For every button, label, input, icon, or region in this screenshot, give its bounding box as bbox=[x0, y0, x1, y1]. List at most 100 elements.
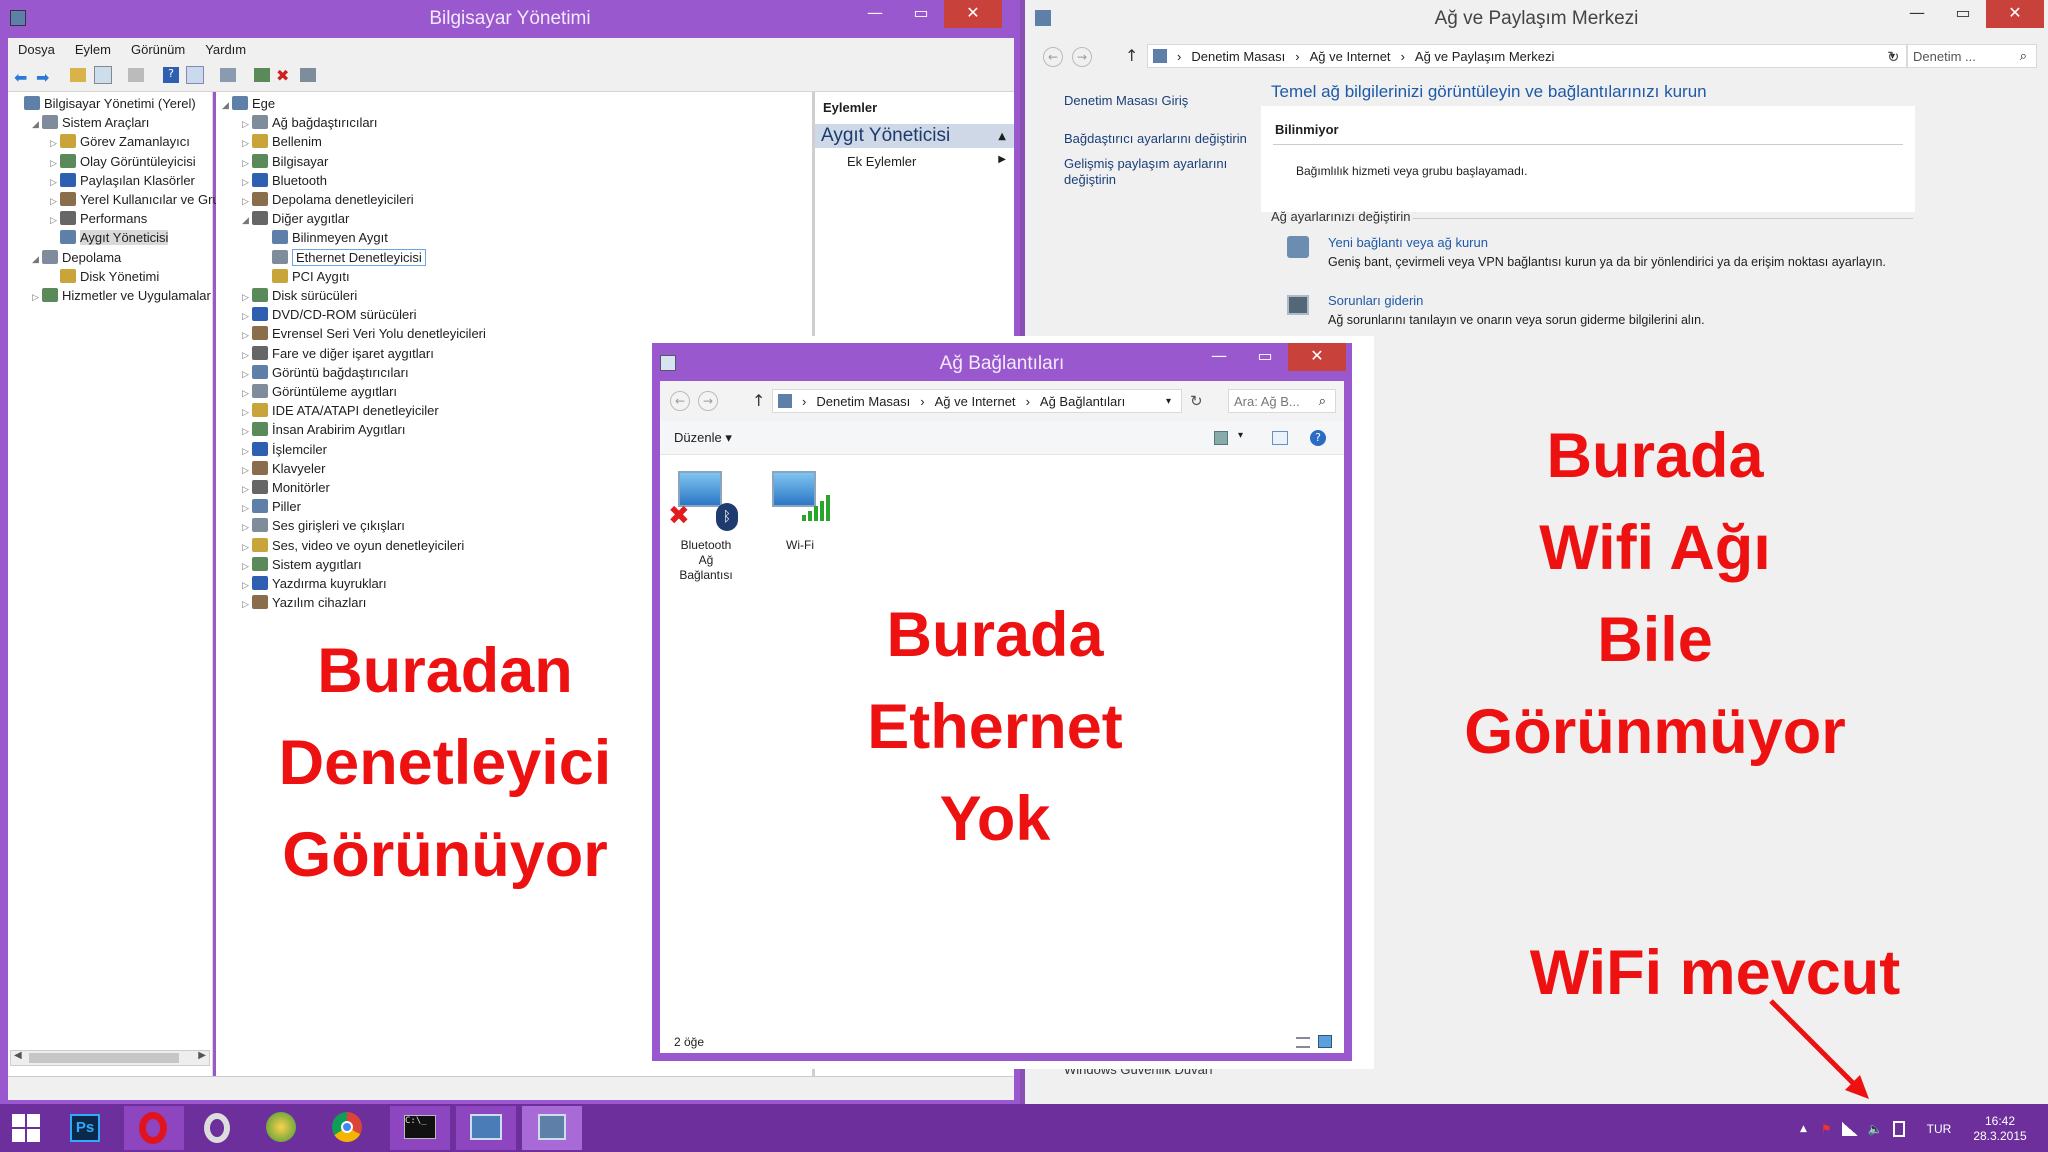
language-indicator[interactable]: TUR bbox=[1927, 1122, 1952, 1136]
title-bar[interactable]: Bilgisayar Yönetimi — ▭ ✕ bbox=[0, 0, 1020, 38]
maximize-button[interactable]: ▭ bbox=[898, 0, 944, 28]
back-icon[interactable]: ⬅ bbox=[14, 68, 27, 87]
expand-arrow-icon[interactable]: ▷ bbox=[242, 499, 252, 518]
expand-arrow-icon[interactable]: ▷ bbox=[242, 403, 252, 422]
back-icon[interactable]: ← bbox=[670, 391, 690, 411]
breadcrumb-item[interactable]: Denetim Masası bbox=[1191, 49, 1285, 64]
device-category[interactable]: PCI Aygıtı bbox=[262, 267, 350, 286]
side-link-adapter[interactable]: Bağdaştırıcı ayarlarını değiştirin bbox=[1064, 131, 1247, 146]
expand-arrow-icon[interactable]: ▷ bbox=[242, 595, 252, 614]
device-category[interactable]: ▷ Yazdırma kuyrukları bbox=[242, 574, 387, 595]
action-item-ek-eylemler[interactable]: Ek Eylemler ▶ bbox=[815, 152, 1014, 172]
clock[interactable]: 16:42 28.3.2015 bbox=[1973, 1114, 2026, 1144]
close-button[interactable]: ✕ bbox=[1986, 0, 2044, 28]
collapse-arrow-icon[interactable]: ◢ bbox=[222, 96, 232, 115]
device-category[interactable]: ▷ Yazılım cihazları bbox=[242, 593, 366, 614]
device-category[interactable]: Bilinmeyen Aygıt bbox=[262, 228, 388, 247]
view-icon[interactable] bbox=[186, 66, 204, 84]
collapse-arrow-icon[interactable]: ◢ bbox=[242, 211, 252, 230]
expand-arrow-icon[interactable]: ▷ bbox=[242, 480, 252, 499]
battery-icon[interactable] bbox=[1892, 1121, 1905, 1137]
breadcrumb-item[interactable]: Ağ ve Paylaşım Merkezi bbox=[1415, 49, 1554, 64]
device-category[interactable]: ▷ Ses, video ve oyun denetleyicileri bbox=[242, 536, 464, 557]
expand-arrow-icon[interactable]: ▷ bbox=[242, 365, 252, 384]
taskbar-photoshop[interactable]: Ps bbox=[62, 1108, 110, 1148]
expand-arrow-icon[interactable]: ▷ bbox=[242, 384, 252, 403]
address-bar[interactable]: › Denetim Masası › Ağ ve Internet › Ağ v… bbox=[1147, 44, 1907, 68]
taskbar-computer-mgmt[interactable] bbox=[522, 1106, 582, 1150]
forward-icon[interactable]: → bbox=[698, 391, 718, 411]
device-category[interactable]: ▷ İşlemciler bbox=[242, 440, 327, 461]
expand-arrow-icon[interactable]: ▷ bbox=[50, 211, 60, 230]
maximize-button[interactable]: ▭ bbox=[1242, 343, 1288, 371]
troubleshoot-link[interactable]: Sorunları giderin bbox=[1328, 293, 1423, 308]
uninstall-icon[interactable]: ✖ bbox=[276, 66, 289, 85]
breadcrumb-item[interactable]: Denetim Masası bbox=[816, 394, 910, 409]
action-center-flag-icon[interactable]: ⚑ bbox=[1821, 1122, 1832, 1136]
organize-button[interactable]: Düzenle ▾ bbox=[674, 430, 732, 446]
expand-arrow-icon[interactable]: ▷ bbox=[242, 307, 252, 326]
wifi-tray-icon[interactable] bbox=[1841, 1122, 1858, 1136]
address-bar[interactable]: › Denetim Masası › Ağ ve Internet › Ağ B… bbox=[772, 389, 1182, 413]
breadcrumb-item[interactable]: Ağ ve Internet bbox=[1310, 49, 1391, 64]
expand-arrow-icon[interactable]: ▷ bbox=[242, 134, 252, 153]
menu-eylem[interactable]: Eylem bbox=[75, 42, 111, 57]
tree-node[interactable]: ◢ Sistem Araçları bbox=[32, 113, 149, 134]
device-category[interactable]: ▷ Fare ve diğer işaret aygıtları bbox=[242, 344, 434, 365]
expand-arrow-icon[interactable]: ▷ bbox=[242, 288, 252, 307]
device-category[interactable]: ▷ İnsan Arabirim Aygıtları bbox=[242, 420, 405, 441]
menu-yardim[interactable]: Yardım bbox=[205, 42, 246, 57]
help-icon[interactable]: ? bbox=[163, 67, 179, 83]
device-category[interactable]: ▷ Sistem aygıtları bbox=[242, 555, 362, 576]
expand-arrow-icon[interactable]: ▷ bbox=[242, 326, 252, 345]
up-arrow-icon[interactable]: ↑ bbox=[1125, 46, 1138, 65]
expand-arrow-icon[interactable]: ▷ bbox=[242, 173, 252, 192]
horizontal-scrollbar[interactable]: ◀ ▶ bbox=[10, 1050, 210, 1066]
properties-icon[interactable] bbox=[128, 68, 144, 82]
device-category[interactable]: ◢ Diğer aygıtlar bbox=[242, 209, 349, 230]
connection-item-wifi[interactable]: Wi-Fi bbox=[760, 463, 840, 553]
tree-node[interactable]: ▷ Görev Zamanlayıcı bbox=[50, 132, 190, 153]
show-hidden-icons-icon[interactable]: ▲ bbox=[1800, 1124, 1807, 1134]
expand-arrow-icon[interactable]: ▷ bbox=[50, 173, 60, 192]
device-category[interactable]: ▷ Görüntüleme aygıtları bbox=[242, 382, 397, 403]
side-link-home[interactable]: Denetim Masası Giriş bbox=[1064, 93, 1188, 108]
close-button[interactable]: ✕ bbox=[1288, 343, 1346, 371]
expand-arrow-icon[interactable]: ▷ bbox=[242, 518, 252, 537]
connection-item-bluetooth[interactable]: ✖ ᛒ Bluetooth Ağ Bağlantısı bbox=[666, 463, 746, 583]
large-icons-view-icon[interactable] bbox=[1318, 1035, 1332, 1048]
device-category[interactable]: ▷ Görüntü bağdaştırıcıları bbox=[242, 363, 409, 384]
breadcrumb-item[interactable]: Ağ Bağlantıları bbox=[1040, 394, 1125, 409]
minimize-button[interactable]: — bbox=[852, 0, 898, 28]
device-category[interactable]: ▷ Piller bbox=[242, 497, 301, 518]
device-category[interactable]: ▷ Disk sürücüleri bbox=[242, 286, 357, 307]
collapse-arrow-icon[interactable]: ◢ bbox=[32, 115, 42, 134]
new-connection-link[interactable]: Yeni bağlantı veya ağ kurun bbox=[1328, 235, 1488, 250]
expand-arrow-icon[interactable]: ▷ bbox=[242, 346, 252, 365]
show-tree-icon[interactable] bbox=[94, 66, 112, 84]
expand-arrow-icon[interactable]: ▷ bbox=[242, 115, 252, 134]
device-category[interactable]: ▷ Bluetooth bbox=[242, 171, 327, 192]
close-button[interactable]: ✕ bbox=[944, 0, 1002, 28]
expand-arrow-icon[interactable]: ▷ bbox=[242, 422, 252, 441]
minimize-button[interactable]: — bbox=[1894, 0, 1940, 28]
chevron-down-icon[interactable]: ▾ bbox=[1166, 396, 1171, 407]
up-arrow-icon[interactable]: ↑ bbox=[752, 391, 765, 410]
tree-node[interactable]: ▷ Performans bbox=[50, 209, 147, 230]
device-category[interactable]: ▷ Depolama denetleyicileri bbox=[242, 190, 414, 211]
search-input[interactable]: Denetim ... ⌕ bbox=[1907, 44, 2037, 68]
breadcrumb-item[interactable]: Ağ ve Internet bbox=[935, 394, 1016, 409]
back-icon[interactable]: ← bbox=[1043, 47, 1063, 67]
maximize-button[interactable]: ▭ bbox=[1940, 0, 1986, 28]
volume-icon[interactable]: 🔈 bbox=[1868, 1122, 1883, 1136]
expand-arrow-icon[interactable]: ▷ bbox=[50, 134, 60, 153]
enable-icon[interactable] bbox=[300, 68, 316, 82]
device-category[interactable]: ▷ Evrensel Seri Veri Yolu denetleyicileri bbox=[242, 324, 486, 345]
tree-node[interactable]: ◢ Depolama bbox=[32, 248, 121, 269]
tree-node[interactable]: Bilgisayar Yönetimi (Yerel) bbox=[14, 94, 196, 113]
title-bar[interactable]: Ağ ve Paylaşım Merkezi — ▭ ✕ bbox=[1025, 0, 2048, 38]
taskbar-chrome[interactable] bbox=[324, 1108, 372, 1148]
tree-node[interactable]: ▷ Hizmetler ve Uygulamalar bbox=[32, 286, 211, 307]
preview-pane-icon[interactable] bbox=[1272, 431, 1288, 445]
device-category[interactable]: ▷ DVD/CD-ROM sürücüleri bbox=[242, 305, 416, 326]
